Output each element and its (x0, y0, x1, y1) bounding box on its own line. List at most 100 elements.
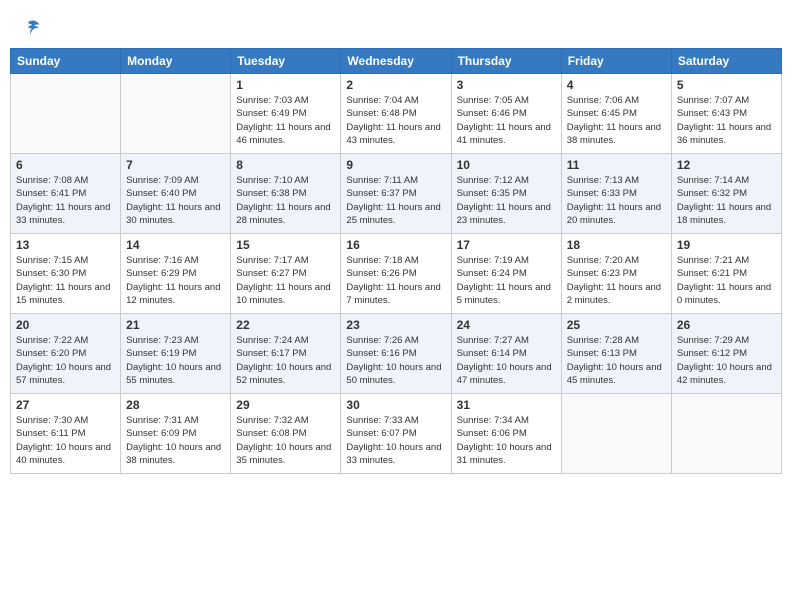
day-number: 17 (457, 238, 556, 252)
calendar-cell: 15 Sunrise: 7:17 AMSunset: 6:27 PMDayligh… (231, 234, 341, 314)
calendar-cell: 30 Sunrise: 7:33 AMSunset: 6:07 PMDayligh… (341, 394, 451, 474)
day-info: Sunrise: 7:12 AMSunset: 6:35 PMDaylight:… (457, 174, 556, 227)
day-info: Sunrise: 7:29 AMSunset: 6:12 PMDaylight:… (677, 334, 776, 387)
calendar-cell: 23Sunrise: 7:26 AMSunset: 6:16 PMDayligh… (341, 314, 451, 394)
day-info: Sunrise: 7:04 AMSunset: 6:48 PMDaylight:… (346, 94, 445, 147)
col-header-tuesday: Tuesday (231, 49, 341, 74)
calendar-cell (121, 74, 231, 154)
day-number: 15 (236, 238, 335, 252)
calendar-cell: 9Sunrise: 7:11 AMSunset: 6:37 PMDaylight… (341, 154, 451, 234)
day-number: 31 (457, 398, 556, 412)
week-row-2: 6 Sunrise: 7:08 AMSunset: 6:41 PMDaylight… (11, 154, 782, 234)
calendar-cell (561, 394, 671, 474)
calendar-cell: 31 Sunrise: 7:34 AMSunset: 6:06 PMDayligh… (451, 394, 561, 474)
calendar-cell: 14 Sunrise: 7:16 AMSunset: 6:29 PMDayligh… (121, 234, 231, 314)
day-info: Sunrise: 7:11 AMSunset: 6:37 PMDaylight:… (346, 174, 445, 227)
col-header-friday: Friday (561, 49, 671, 74)
day-number: 10 (457, 158, 556, 172)
day-number: 8 (236, 158, 335, 172)
day-number: 22 (236, 318, 335, 332)
day-info: Sunrise: 7:27 AMSunset: 6:14 PMDaylight:… (457, 334, 556, 387)
calendar-cell (11, 74, 121, 154)
calendar-cell: 5 Sunrise: 7:07 AMSunset: 6:43 PMDaylight… (671, 74, 781, 154)
calendar-cell: 20 Sunrise: 7:22 AMSunset: 6:20 PMDayligh… (11, 314, 121, 394)
col-header-saturday: Saturday (671, 49, 781, 74)
day-number: 6 (16, 158, 115, 172)
day-info: Sunrise: 7:19 AMSunset: 6:24 PMDaylight:… (457, 254, 556, 307)
day-number: 5 (677, 78, 776, 92)
week-row-3: 13 Sunrise: 7:15 AMSunset: 6:30 PMDayligh… (11, 234, 782, 314)
day-info: Sunrise: 7:34 AMSunset: 6:06 PMDaylight:… (457, 414, 556, 467)
day-number: 27 (16, 398, 115, 412)
week-row-1: 1Sunrise: 7:03 AMSunset: 6:49 PMDaylight… (11, 74, 782, 154)
col-header-thursday: Thursday (451, 49, 561, 74)
day-info: Sunrise: 7:21 AMSunset: 6:21 PMDaylight:… (677, 254, 776, 307)
calendar-cell: 18 Sunrise: 7:20 AMSunset: 6:23 PMDayligh… (561, 234, 671, 314)
day-number: 11 (567, 158, 666, 172)
calendar-cell: 22Sunrise: 7:24 AMSunset: 6:17 PMDayligh… (231, 314, 341, 394)
day-info: Sunrise: 7:06 AMSunset: 6:45 PMDaylight:… (567, 94, 666, 147)
calendar-cell: 1Sunrise: 7:03 AMSunset: 6:49 PMDaylight… (231, 74, 341, 154)
day-info: Sunrise: 7:17 AMSunset: 6:27 PMDaylight:… (236, 254, 335, 307)
day-number: 29 (236, 398, 335, 412)
calendar-cell: 16Sunrise: 7:18 AMSunset: 6:26 PMDayligh… (341, 234, 451, 314)
week-row-4: 20 Sunrise: 7:22 AMSunset: 6:20 PMDayligh… (11, 314, 782, 394)
calendar-cell: 28 Sunrise: 7:31 AMSunset: 6:09 PMDayligh… (121, 394, 231, 474)
calendar-cell: 27 Sunrise: 7:30 AMSunset: 6:11 PMDayligh… (11, 394, 121, 474)
week-row-5: 27 Sunrise: 7:30 AMSunset: 6:11 PMDayligh… (11, 394, 782, 474)
calendar-cell: 8 Sunrise: 7:10 AMSunset: 6:38 PMDaylight… (231, 154, 341, 234)
calendar-cell: 17 Sunrise: 7:19 AMSunset: 6:24 PMDayligh… (451, 234, 561, 314)
day-number: 3 (457, 78, 556, 92)
day-info: Sunrise: 7:10 AMSunset: 6:38 PMDaylight:… (236, 174, 335, 227)
day-number: 14 (126, 238, 225, 252)
calendar-cell: 10 Sunrise: 7:12 AMSunset: 6:35 PMDayligh… (451, 154, 561, 234)
day-number: 25 (567, 318, 666, 332)
day-info: Sunrise: 7:22 AMSunset: 6:20 PMDaylight:… (16, 334, 115, 387)
day-number: 23 (346, 318, 445, 332)
day-info: Sunrise: 7:20 AMSunset: 6:23 PMDaylight:… (567, 254, 666, 307)
calendar-cell: 3 Sunrise: 7:05 AMSunset: 6:46 PMDaylight… (451, 74, 561, 154)
day-number: 2 (346, 78, 445, 92)
page-header (10, 10, 782, 44)
day-info: Sunrise: 7:07 AMSunset: 6:43 PMDaylight:… (677, 94, 776, 147)
calendar-cell: 26 Sunrise: 7:29 AMSunset: 6:12 PMDayligh… (671, 314, 781, 394)
calendar-cell: 7 Sunrise: 7:09 AMSunset: 6:40 PMDaylight… (121, 154, 231, 234)
calendar-cell: 6 Sunrise: 7:08 AMSunset: 6:41 PMDaylight… (11, 154, 121, 234)
day-info: Sunrise: 7:13 AMSunset: 6:33 PMDaylight:… (567, 174, 666, 227)
calendar-cell: 24 Sunrise: 7:27 AMSunset: 6:14 PMDayligh… (451, 314, 561, 394)
day-number: 26 (677, 318, 776, 332)
calendar-cell: 12Sunrise: 7:14 AMSunset: 6:32 PMDayligh… (671, 154, 781, 234)
day-number: 13 (16, 238, 115, 252)
calendar-cell: 25Sunrise: 7:28 AMSunset: 6:13 PMDayligh… (561, 314, 671, 394)
logo-bird-icon (23, 18, 43, 38)
day-info: Sunrise: 7:05 AMSunset: 6:46 PMDaylight:… (457, 94, 556, 147)
day-number: 4 (567, 78, 666, 92)
day-info: Sunrise: 7:15 AMSunset: 6:30 PMDaylight:… (16, 254, 115, 307)
day-number: 18 (567, 238, 666, 252)
calendar-cell: 11 Sunrise: 7:13 AMSunset: 6:33 PMDayligh… (561, 154, 671, 234)
day-info: Sunrise: 7:30 AMSunset: 6:11 PMDaylight:… (16, 414, 115, 467)
day-number: 7 (126, 158, 225, 172)
calendar-cell: 13 Sunrise: 7:15 AMSunset: 6:30 PMDayligh… (11, 234, 121, 314)
day-info: Sunrise: 7:08 AMSunset: 6:41 PMDaylight:… (16, 174, 115, 227)
day-number: 28 (126, 398, 225, 412)
day-number: 16 (346, 238, 445, 252)
day-number: 20 (16, 318, 115, 332)
logo (20, 18, 46, 38)
calendar-cell (671, 394, 781, 474)
day-number: 24 (457, 318, 556, 332)
col-header-wednesday: Wednesday (341, 49, 451, 74)
day-number: 12 (677, 158, 776, 172)
calendar-cell: 29 Sunrise: 7:32 AMSunset: 6:08 PMDayligh… (231, 394, 341, 474)
day-info: Sunrise: 7:31 AMSunset: 6:09 PMDaylight:… (126, 414, 225, 467)
day-info: Sunrise: 7:09 AMSunset: 6:40 PMDaylight:… (126, 174, 225, 227)
day-info: Sunrise: 7:16 AMSunset: 6:29 PMDaylight:… (126, 254, 225, 307)
day-info: Sunrise: 7:33 AMSunset: 6:07 PMDaylight:… (346, 414, 445, 467)
calendar-cell: 4 Sunrise: 7:06 AMSunset: 6:45 PMDaylight… (561, 74, 671, 154)
day-number: 21 (126, 318, 225, 332)
day-info: Sunrise: 7:32 AMSunset: 6:08 PMDaylight:… (236, 414, 335, 467)
day-number: 30 (346, 398, 445, 412)
day-number: 19 (677, 238, 776, 252)
calendar-header-row: SundayMondayTuesdayWednesdayThursdayFrid… (11, 49, 782, 74)
col-header-sunday: Sunday (11, 49, 121, 74)
